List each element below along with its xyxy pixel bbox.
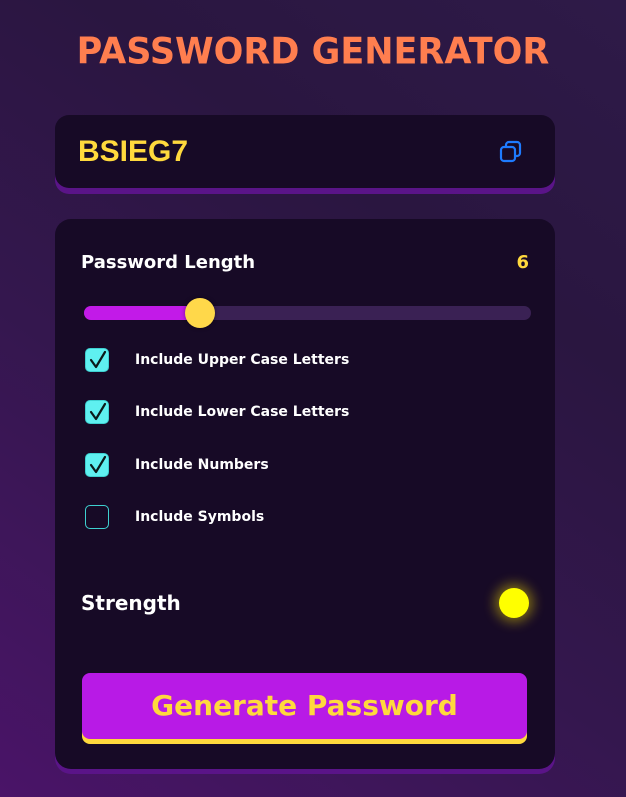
slider-fill [84,306,200,320]
numbers-checkbox[interactable] [85,453,109,477]
option-lowercase: Include Lower Case Letters [85,400,505,426]
app-title: PASSWORD GENERATOR [76,31,550,73]
length-slider[interactable] [84,298,531,328]
length-label: Password Length [81,252,256,273]
copy-icon [499,140,522,163]
checkmark-icon [89,455,107,474]
copy-button[interactable] [495,136,527,168]
length-value: 6 [516,252,529,273]
password-value: BSIEG7 [78,135,189,168]
uppercase-checkbox[interactable] [85,348,109,372]
option-label: Include Lower Case Letters [135,404,350,420]
option-symbols: Include Symbols [85,505,505,531]
strength-label: Strength [81,591,181,615]
option-numbers: Include Numbers [85,453,505,479]
strength-indicator [499,588,529,618]
option-label: Include Numbers [135,457,269,473]
symbols-checkbox[interactable] [85,505,109,529]
checkmark-icon [89,350,107,369]
generate-button[interactable]: Generate Password [82,673,527,739]
slider-thumb[interactable] [185,298,215,328]
option-label: Include Symbols [135,509,265,525]
option-label: Include Upper Case Letters [135,352,350,368]
settings-panel: Password Length 6 Include Upper Case Let… [55,219,555,769]
generate-button-label: Generate Password [151,689,458,722]
option-uppercase: Include Upper Case Letters [85,348,505,374]
lowercase-checkbox[interactable] [85,400,109,424]
checkmark-icon [89,402,107,421]
password-display: BSIEG7 [55,115,555,188]
